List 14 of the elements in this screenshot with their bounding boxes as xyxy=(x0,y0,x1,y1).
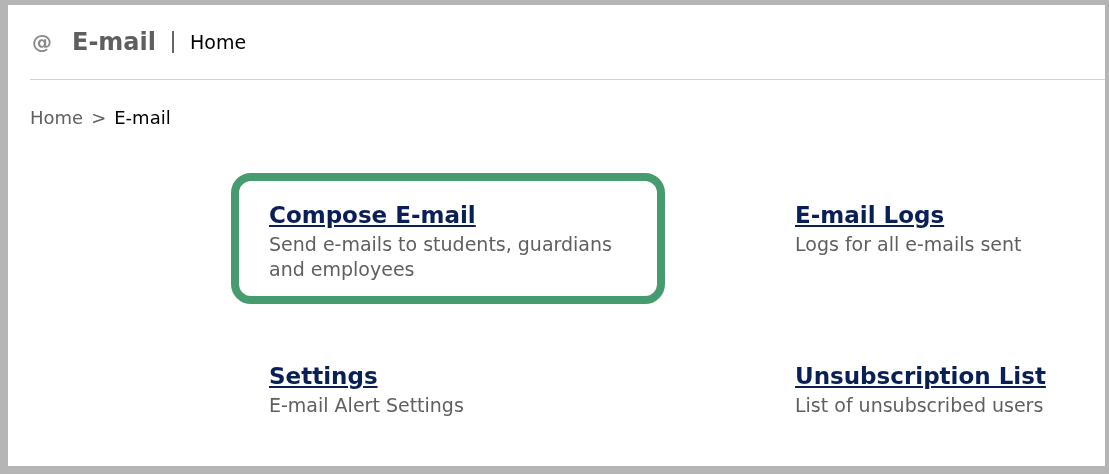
menu-description: Logs for all e-mails sent xyxy=(795,232,1023,257)
menu-description: Send e-mails to students, guardians and employees xyxy=(269,232,613,283)
menu-description: E-mail Alert Settings xyxy=(269,393,465,419)
section-title: Home xyxy=(190,29,247,55)
menu-link[interactable]: Compose E-mail xyxy=(269,202,476,230)
menu-link[interactable]: Settings xyxy=(269,363,378,391)
breadcrumb-current: E-mail xyxy=(114,106,171,130)
breadcrumb-separator: > xyxy=(91,106,107,130)
app-title: E-mail xyxy=(72,27,156,58)
at-sign-icon: @ xyxy=(32,27,52,57)
breadcrumb-link[interactable]: Home xyxy=(30,104,84,131)
menu-link[interactable]: E-mail Logs xyxy=(795,202,945,230)
menu-description: List of unsubscribed users xyxy=(795,393,1045,419)
menu-link[interactable]: Unsubscription List xyxy=(795,363,1046,391)
